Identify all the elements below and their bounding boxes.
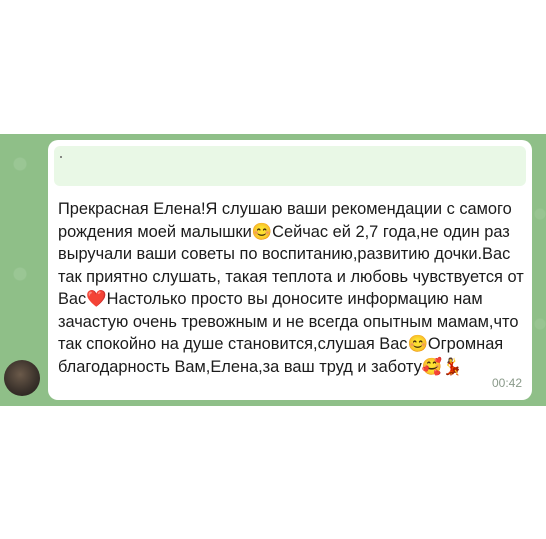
chat-background: Прекрасная Елена!Я слушаю ваши рекоменда… <box>0 134 546 406</box>
message-text: Прекрасная Елена!Я слушаю ваши рекоменда… <box>58 200 529 376</box>
reply-marker <box>60 156 62 158</box>
message-bubble[interactable]: Прекрасная Елена!Я слушаю ваши рекоменда… <box>48 140 532 400</box>
message-time: 00:42 <box>491 376 522 390</box>
reply-preview[interactable] <box>54 146 526 186</box>
avatar[interactable] <box>4 360 40 396</box>
